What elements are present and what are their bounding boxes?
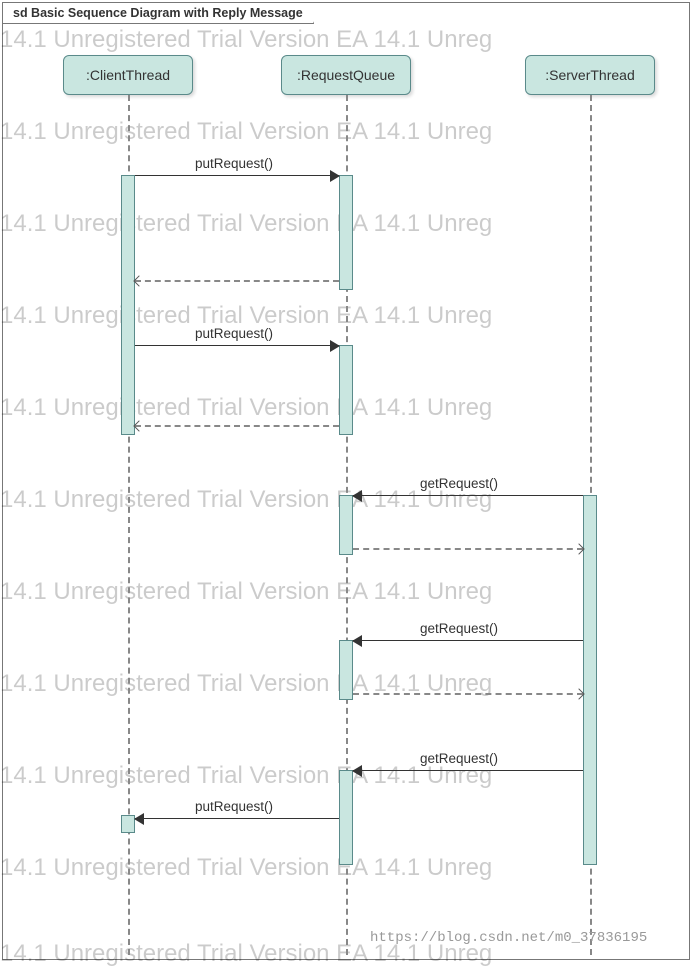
lifeline-client: :ClientThread <box>63 55 193 95</box>
message-line <box>135 425 339 427</box>
activation <box>121 815 135 833</box>
arrow-left-icon <box>352 765 362 777</box>
message-label: getRequest() <box>420 476 498 491</box>
message-line <box>353 495 583 496</box>
arrow-left-icon <box>352 635 362 647</box>
lifeline-label: :ClientThread <box>86 67 170 83</box>
message-line <box>135 280 339 282</box>
message-label: getRequest() <box>420 621 498 636</box>
message-line <box>135 345 339 346</box>
activation <box>339 495 353 555</box>
activation <box>583 495 597 865</box>
arrow-left-icon <box>134 813 144 825</box>
message-line <box>353 548 583 550</box>
lifeline-server: :ServerThread <box>525 55 655 95</box>
message-line <box>135 818 339 819</box>
message-line <box>135 175 339 176</box>
message-label: putRequest() <box>195 799 273 814</box>
lifeline-queue: :RequestQueue <box>281 55 411 95</box>
activation <box>339 345 353 435</box>
message-label: putRequest() <box>195 156 273 171</box>
arrow-right-icon <box>330 340 340 352</box>
lifeline-label: :ServerThread <box>545 67 634 83</box>
message-line <box>353 770 583 771</box>
arrow-left-icon <box>352 490 362 502</box>
lifeline-label: :RequestQueue <box>297 67 395 83</box>
message-line <box>353 640 583 641</box>
arrow-right-icon <box>330 170 340 182</box>
url-watermark: https://blog.csdn.net/m0_37836195 <box>370 930 647 946</box>
frame-title: sd Basic Sequence Diagram with Reply Mes… <box>3 3 314 24</box>
activation <box>339 770 353 865</box>
activation <box>339 640 353 700</box>
activation <box>121 175 135 435</box>
message-line <box>353 693 583 695</box>
activation <box>339 175 353 290</box>
message-label: putRequest() <box>195 326 273 341</box>
message-label: getRequest() <box>420 751 498 766</box>
